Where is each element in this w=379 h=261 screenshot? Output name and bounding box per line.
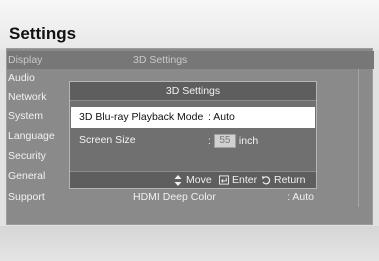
setting-3d-settings[interactable]: 3D Settings xyxy=(133,54,187,66)
setting-hdmi-deep-color-value: : Auto xyxy=(287,191,314,203)
footer-enter: Enter xyxy=(219,174,257,186)
footer-enter-label: Enter xyxy=(232,174,258,186)
return-icon xyxy=(261,174,271,186)
menu-item-network[interactable]: Network xyxy=(8,91,47,103)
screen-size-input[interactable]: 55 xyxy=(213,134,236,148)
dialog-title: 3D Settings xyxy=(70,82,316,101)
menu-item-language[interactable]: Language xyxy=(8,130,55,142)
3d-playback-mode-label: 3D Blu-ray Playback Mode xyxy=(79,111,204,123)
menu-item-audio[interactable]: Audio xyxy=(8,72,35,84)
dialog-footer: Move Enter Return xyxy=(70,171,316,188)
footer-return: Return xyxy=(261,174,306,186)
setting-hdmi-deep-color[interactable]: HDMI Deep Color xyxy=(133,191,216,203)
screen-size-separator: : xyxy=(208,134,211,147)
3d-settings-dialog: 3D Settings 3D Blu-ray Playback Mode : A… xyxy=(69,81,317,189)
up-down-arrow-icon xyxy=(173,174,183,186)
3d-playback-mode-value[interactable]: : Auto xyxy=(208,111,235,123)
menu-item-support[interactable]: Support xyxy=(8,191,45,203)
footer-move-label: Move xyxy=(186,174,212,186)
settings-screen: Settings Display 3D Settings Audio Netwo… xyxy=(0,0,379,261)
screen-size-unit: inch xyxy=(238,134,259,147)
menu-item-system[interactable]: System xyxy=(8,110,43,122)
dialog-row-3d-playback-mode[interactable]: 3D Blu-ray Playback Mode : Auto xyxy=(71,107,315,128)
menu-row-support[interactable]: Support HDMI Deep Color : Auto xyxy=(7,188,374,206)
menu-item-general[interactable]: General xyxy=(8,170,45,182)
footer-move: Move xyxy=(173,174,212,186)
title-bar: Settings xyxy=(0,0,379,50)
menu-item-display[interactable]: Display xyxy=(8,54,42,66)
menu-item-security[interactable]: Security xyxy=(8,150,46,162)
screen-size-label: Screen Size xyxy=(79,134,136,146)
bottom-bar xyxy=(0,226,379,261)
footer-return-label: Return xyxy=(274,174,306,186)
page-title: Settings xyxy=(9,24,77,43)
screen-size-control: :55 inch xyxy=(208,134,258,148)
menu-row-display[interactable]: Display 3D Settings xyxy=(7,51,374,69)
dialog-row-screen-size[interactable]: Screen Size :55 inch xyxy=(71,130,315,151)
enter-icon xyxy=(219,174,229,186)
